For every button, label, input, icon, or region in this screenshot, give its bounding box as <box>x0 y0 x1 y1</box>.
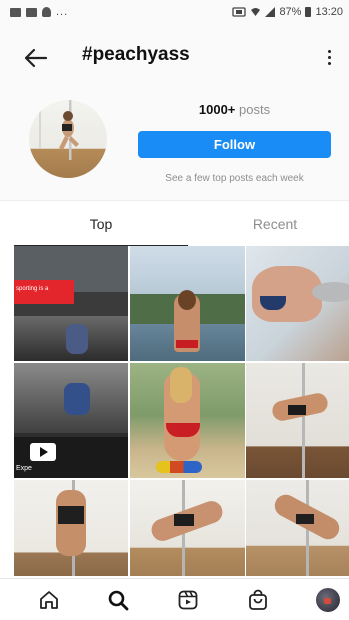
battery-percent: 87% <box>279 6 302 18</box>
follow-subtitle: See a few top posts each week <box>165 173 304 184</box>
colored-balls <box>156 461 202 473</box>
grid-post[interactable] <box>246 363 349 478</box>
pole-base <box>312 282 349 302</box>
post-grid: sporting is a Expe <box>14 246 349 576</box>
post-tabs: Top Recent <box>0 200 349 246</box>
page-title: #peachyass <box>82 44 190 65</box>
battery-icon <box>305 7 312 17</box>
more-options-button[interactable] <box>323 45 335 69</box>
blue-swimwear <box>260 296 286 310</box>
back-button[interactable] <box>22 44 50 72</box>
wifi-icon <box>251 8 261 16</box>
caption-text: Expe <box>16 465 32 472</box>
grid-post[interactable] <box>14 480 128 576</box>
pole-dancer-photo <box>39 100 79 160</box>
status-bar: ... 87% 13:20 <box>0 0 349 24</box>
avatar-accent <box>324 598 331 604</box>
home-button[interactable] <box>36 587 62 613</box>
tab-top[interactable]: Top <box>14 201 188 247</box>
shop-button[interactable] <box>245 587 271 613</box>
status-dots: ... <box>56 6 69 18</box>
hashtag-info: 1000+ posts Follow See a few top posts e… <box>0 90 349 200</box>
posts-label: posts <box>239 102 271 117</box>
search-button[interactable] <box>105 587 131 613</box>
shop-bag-icon <box>249 589 267 610</box>
bottom-nav <box>0 578 349 620</box>
search-icon <box>108 590 129 611</box>
posts-count-line: 1000+ posts <box>138 102 331 117</box>
status-right: 87% 13:20 <box>232 6 343 18</box>
status-left: ... <box>10 6 68 18</box>
black-outfit <box>174 514 194 526</box>
grid-post[interactable]: sporting is a <box>14 246 128 361</box>
hair <box>178 290 196 310</box>
profile-avatar[interactable] <box>316 588 340 612</box>
black-top <box>288 405 306 415</box>
bag-icon <box>42 7 51 17</box>
red-caption-box <box>14 280 74 304</box>
caption-text: sporting is a <box>16 286 49 292</box>
signal-icon <box>265 7 276 17</box>
reels-button[interactable] <box>175 587 201 613</box>
person-figure <box>66 324 88 354</box>
dot-icon <box>327 61 331 65</box>
video-icon <box>26 7 37 17</box>
grid-post[interactable] <box>130 363 245 478</box>
arrow-left-icon <box>24 48 48 68</box>
image-icon <box>10 7 21 17</box>
grid-post[interactable] <box>246 246 349 361</box>
nfc-icon <box>232 7 247 17</box>
grid-post[interactable] <box>130 480 245 576</box>
hair <box>170 367 192 403</box>
home-icon <box>40 591 58 609</box>
grid-post[interactable] <box>246 480 349 576</box>
dot-icon <box>327 55 331 59</box>
play-icon <box>30 443 56 461</box>
black-outfit <box>58 506 84 524</box>
person-figure <box>64 383 90 415</box>
pole <box>302 363 305 478</box>
tab-recent[interactable]: Recent <box>188 201 349 247</box>
header: #peachyass <box>0 24 349 90</box>
follow-button[interactable]: Follow <box>138 131 331 158</box>
grid-post[interactable] <box>130 246 245 361</box>
posts-count: 1000+ <box>198 102 236 117</box>
dot-icon <box>327 49 331 53</box>
red-swimwear <box>176 340 198 348</box>
black-outfit <box>296 514 314 524</box>
reels-icon <box>178 590 198 610</box>
grid-post[interactable]: Expe <box>14 363 128 478</box>
status-time: 13:20 <box>315 6 343 18</box>
hashtag-avatar <box>29 100 107 178</box>
